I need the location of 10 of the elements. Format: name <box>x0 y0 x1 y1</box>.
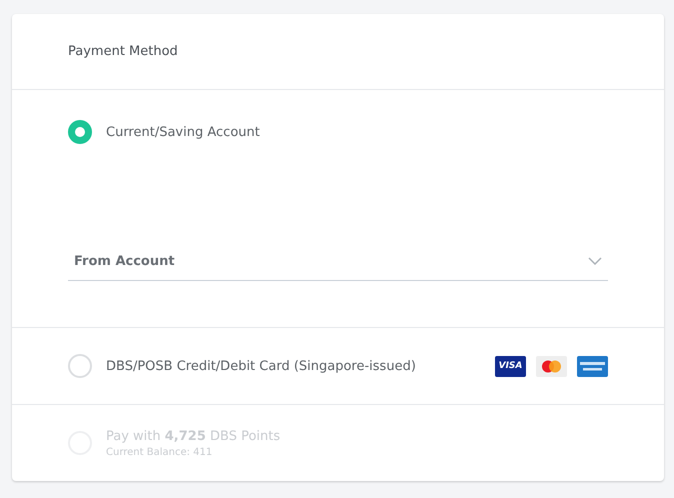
visa-logo: VISA <box>495 356 526 376</box>
mastercard-logo <box>536 356 567 376</box>
chevron-down-icon <box>588 257 602 265</box>
amex-logo <box>577 356 608 376</box>
radio-button[interactable] <box>68 120 92 144</box>
option-label: DBS/POSB Credit/Debit Card (Singapore-issued) <box>106 358 416 374</box>
option-label: Current/Saving Account <box>106 124 260 140</box>
account-dropdown[interactable]: From Account <box>68 242 608 281</box>
radio-button[interactable] <box>68 354 92 378</box>
section-title: Payment Method <box>68 44 178 59</box>
